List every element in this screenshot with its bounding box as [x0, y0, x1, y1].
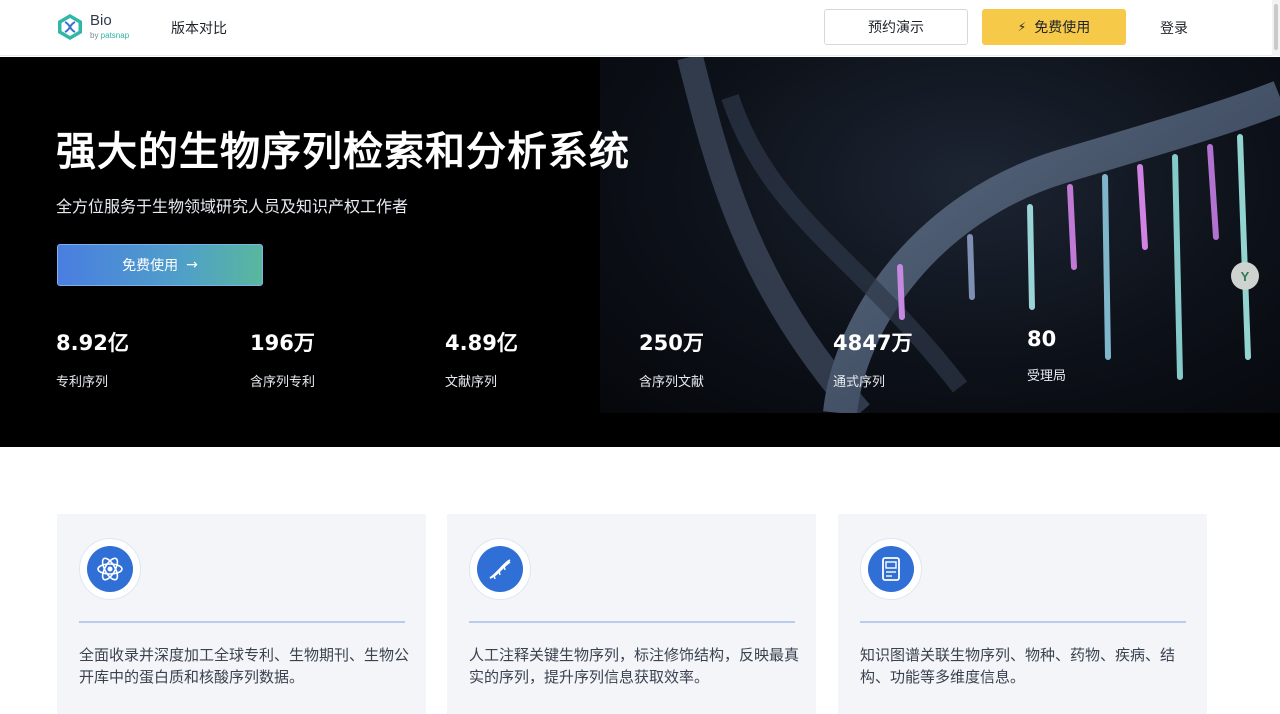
stat-receiving-offices: 80 受理局: [1027, 327, 1207, 384]
lightning-icon: ⚡: [1017, 20, 1027, 34]
nav-version-compare[interactable]: 版本对比: [171, 18, 227, 38]
feature-card-annotation: 人工注释关键生物序列，标注修饰结构，反映最真实的序列，提升序列信息获取效率。: [447, 514, 816, 714]
stat-label: 受理局: [1027, 369, 1067, 384]
atom-icon: [87, 546, 133, 592]
feature-description: 全面收录并深度加工全球专利、生物期刊、生物公开库中的蛋白质和核酸序列数据。: [79, 646, 410, 686]
feature-icon-ring: [860, 538, 922, 600]
stat-patent-sequences: 8.92亿 专利序列: [56, 327, 236, 390]
stat-literature-sequences: 4.89亿 文献序列: [445, 327, 625, 390]
stat-label: 文献序列: [445, 375, 498, 390]
bio-logo-icon: [58, 14, 82, 40]
logo-subtext: by patsnap: [90, 31, 129, 40]
feature-icon-ring: [469, 538, 531, 600]
stat-generic-sequences: 4847万 通式序列: [833, 327, 1013, 390]
stat-label: 含序列专利: [250, 375, 316, 390]
logo-sub-prefix: by: [90, 31, 101, 40]
bio-logo[interactable]: Bio by patsnap: [56, 12, 140, 44]
free-trial-button[interactable]: ⚡ 免费使用: [982, 9, 1126, 45]
logo-sub-brand: patsnap: [100, 31, 130, 40]
stat-value: 8.92亿: [56, 331, 129, 355]
feature-icon-ring: [79, 538, 141, 600]
badge-letter: Y: [1240, 268, 1250, 284]
feature-card-knowledge-graph: 知识图谱关联生物序列、物种、药物、疾病、结构、功能等多维度信息。: [838, 514, 1207, 714]
stat-value: 4847万: [833, 331, 913, 355]
hero-banner: 强大的生物序列检索和分析系统 全方位服务于生物领域研究人员及知识产权工作者 免费…: [0, 57, 1280, 447]
login-link[interactable]: 登录: [1160, 18, 1188, 38]
hero-free-trial-button[interactable]: 免费使用 →: [57, 244, 263, 286]
stats-row: 8.92亿 专利序列 196万 含序列专利 4.89亿 文献序列 250万 含序…: [56, 327, 1156, 397]
feature-divider: [469, 621, 795, 623]
feature-divider: [860, 621, 1186, 623]
hero-subtitle: 全方位服务于生物领域研究人员及知识产权工作者: [56, 197, 409, 216]
stat-value: 250万: [639, 331, 704, 355]
stat-value: 196万: [250, 331, 315, 355]
page-scrollbar-thumb[interactable]: [1274, 4, 1278, 50]
dna-icon: [477, 546, 523, 592]
feature-card-coverage: 全面收录并深度加工全球专利、生物期刊、生物公开库中的蛋白质和核酸序列数据。: [57, 514, 426, 714]
free-trial-label: 免费使用: [1034, 20, 1091, 36]
floating-helper-badge[interactable]: Y: [1231, 262, 1259, 290]
stat-patents-with-sequences: 196万 含序列专利: [250, 327, 430, 390]
stat-literature-with-sequences: 250万 含序列文献: [639, 327, 819, 390]
stat-value: 4.89亿: [445, 331, 518, 355]
arrow-right-icon: →: [186, 257, 198, 273]
stat-label: 含序列文献: [639, 375, 705, 390]
hero-cta-label: 免费使用: [122, 258, 179, 274]
book-demo-button[interactable]: 预约演示: [824, 9, 968, 45]
logo-text: Bio: [90, 12, 112, 29]
hero-title: 强大的生物序列检索和分析系统: [56, 129, 630, 175]
feature-divider: [79, 621, 405, 623]
book-demo-label: 预约演示: [868, 20, 924, 36]
stat-value: 80: [1027, 327, 1057, 351]
feature-description: 人工注释关键生物序列，标注修饰结构，反映最真实的序列，提升序列信息获取效率。: [469, 646, 800, 686]
stat-label: 专利序列: [56, 375, 109, 390]
stat-label: 通式序列: [833, 375, 886, 390]
feature-description: 知识图谱关联生物序列、物种、药物、疾病、结构、功能等多维度信息。: [860, 646, 1176, 686]
top-navbar: Bio by patsnap 版本对比 预约演示 ⚡ 免费使用 登录: [0, 0, 1280, 56]
database-icon: [868, 546, 914, 592]
